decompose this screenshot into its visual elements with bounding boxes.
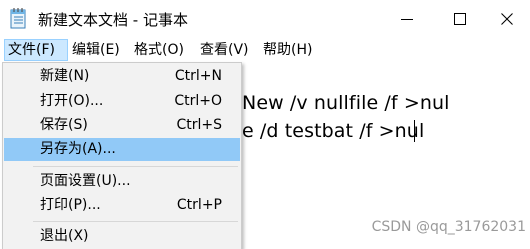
title-bar[interactable]: 新建文本文档 - 记事本 — [0, 0, 530, 38]
notepad-window: 新建文本文档 - 记事本 文件(F) 编辑(E) 格式(O) 查看(V) 帮助(… — [0, 0, 530, 249]
menu-item-new[interactable]: 新建(N) Ctrl+N — [4, 65, 240, 88]
menu-bar: 文件(F) 编辑(E) 格式(O) 查看(V) 帮助(H) — [0, 38, 530, 62]
notepad-icon — [10, 8, 27, 29]
menu-format[interactable]: 格式(O) — [131, 39, 187, 61]
file-menu-dropdown: 新建(N) Ctrl+N 打开(O)... Ctrl+O 保存(S) Ctrl+… — [2, 62, 242, 249]
text-caret — [414, 120, 415, 142]
minimize-icon — [401, 19, 413, 20]
watermark: CSDN @qq_31762031 — [371, 219, 526, 235]
menu-item-page-setup[interactable]: 页面设置(U)... — [4, 170, 240, 193]
close-button[interactable] — [484, 0, 530, 38]
menu-separator — [33, 221, 238, 222]
menu-item-open[interactable]: 打开(O)... Ctrl+O — [4, 90, 240, 113]
menu-separator — [33, 166, 238, 167]
maximize-icon — [454, 13, 466, 25]
minimize-button[interactable] — [384, 0, 430, 38]
menu-item-exit[interactable]: 退出(X) — [4, 225, 240, 248]
menu-file[interactable]: 文件(F) — [4, 39, 68, 61]
window-title: 新建文本文档 - 记事本 — [38, 11, 188, 29]
menu-edit[interactable]: 编辑(E) — [69, 39, 123, 61]
editor-line-1: New /v nullfile /f >nul — [242, 92, 450, 114]
maximize-button[interactable] — [437, 0, 483, 38]
menu-item-save-as[interactable]: 另存为(A)... — [4, 138, 240, 161]
menu-help[interactable]: 帮助(H) — [260, 39, 315, 61]
menu-item-print[interactable]: 打印(P)... Ctrl+P — [4, 194, 240, 217]
menu-view[interactable]: 查看(V) — [197, 39, 252, 61]
menu-item-save[interactable]: 保存(S) Ctrl+S — [4, 114, 240, 137]
close-icon — [501, 13, 513, 25]
editor-line-2: e /d testbat /f >nul — [242, 120, 425, 142]
